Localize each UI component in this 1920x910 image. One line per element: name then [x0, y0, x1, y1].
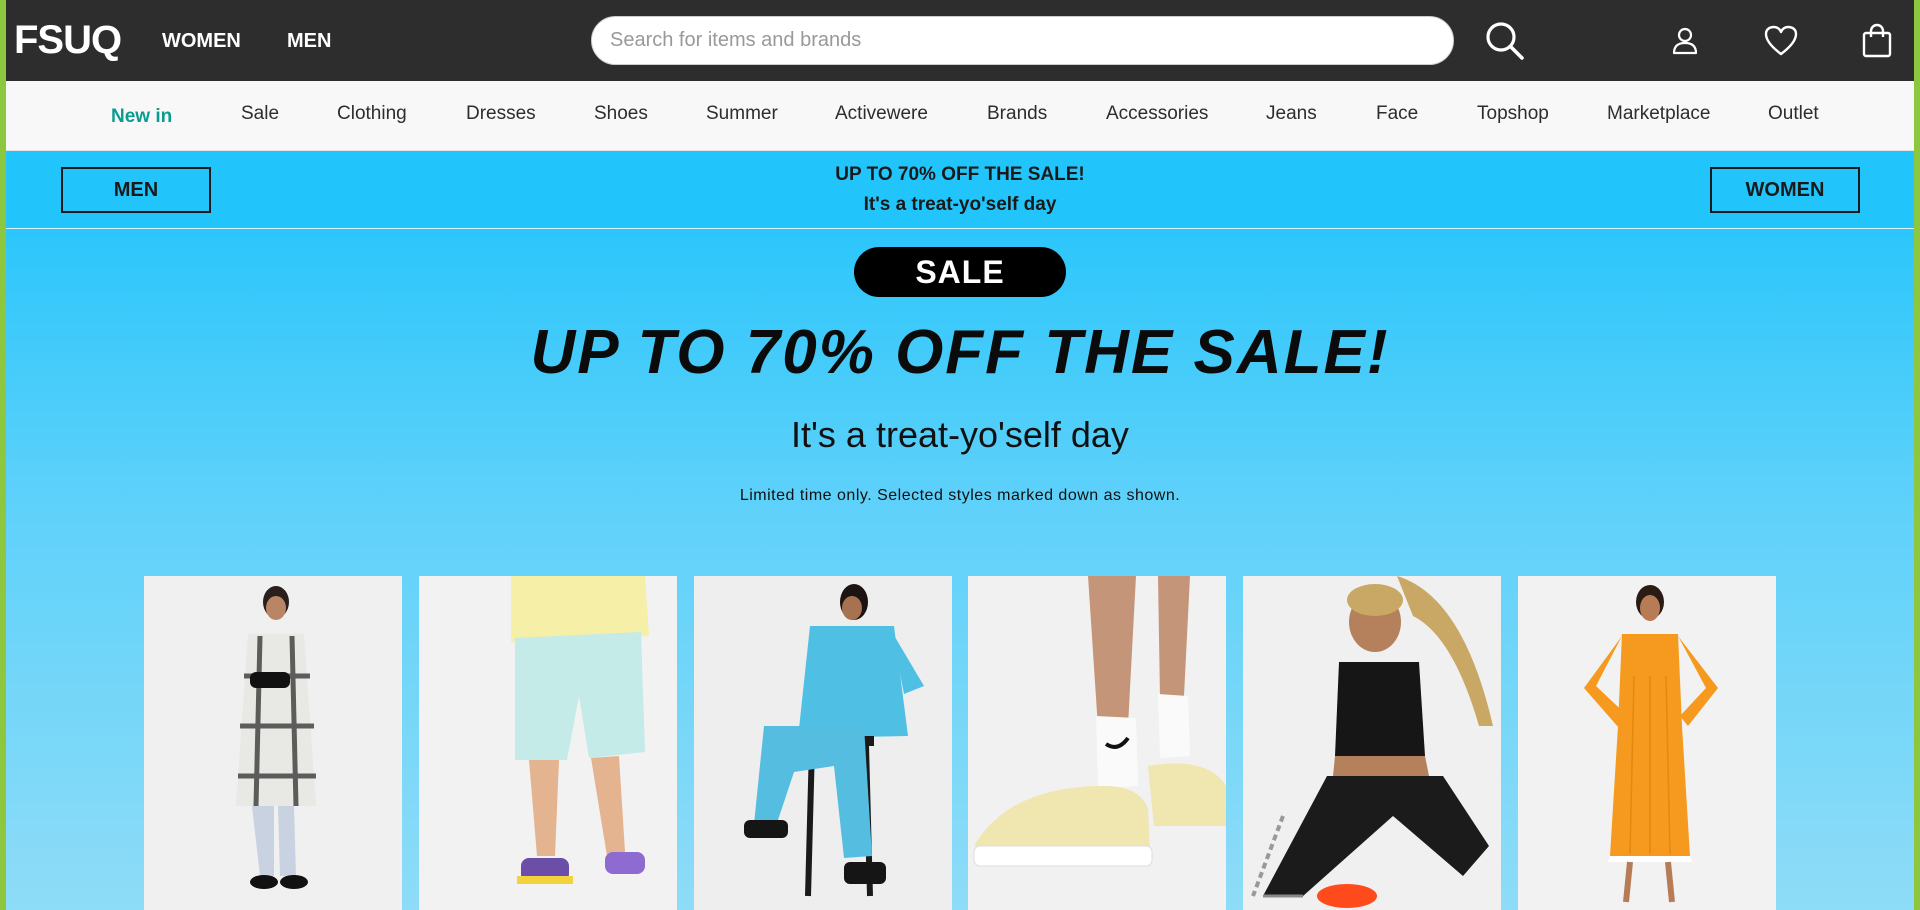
nav-item-clothing[interactable]: Clothing — [337, 103, 407, 125]
top-header: FSUQ WOMEN MEN — [6, 0, 1914, 81]
mint-shorts-product-image[interactable] — [419, 576, 677, 910]
plaid-coat-product-image[interactable] — [144, 576, 402, 910]
nav-item-marketplace[interactable]: Marketplace — [1607, 103, 1711, 125]
search-input[interactable] — [591, 16, 1454, 65]
account-icon[interactable] — [1662, 18, 1708, 64]
page: FSUQ WOMEN MEN Search for items and bran… — [6, 0, 1914, 910]
nav-item-face[interactable]: Face — [1376, 103, 1418, 125]
hero-note: Limited time only. Selected styles marke… — [739, 487, 1181, 504]
promo-women-button[interactable]: WOMEN — [1710, 167, 1860, 213]
sports-bra-leggings-product-image[interactable] — [1243, 576, 1501, 910]
site-logo[interactable]: FSUQ — [14, 18, 122, 63]
nav-item-jeans[interactable]: Jeans — [1266, 103, 1317, 125]
nav-item-activewere[interactable]: Activewere — [835, 103, 928, 125]
bag-icon[interactable] — [1854, 18, 1900, 64]
search-icon[interactable] — [1482, 18, 1528, 64]
promo-strip: MEN UP TO 70% OFF THE SALE! It's a treat… — [6, 151, 1914, 229]
sale-badge: SALE — [854, 247, 1066, 297]
nav-item-outlet[interactable]: Outlet — [1768, 103, 1819, 125]
orange-knit-dress-product-image[interactable] — [1518, 576, 1776, 910]
nav-item-summer[interactable]: Summer — [706, 103, 778, 125]
nav-item-new-in[interactable]: New in — [111, 106, 172, 128]
nav-item-brands[interactable]: Brands — [987, 103, 1047, 125]
men-link[interactable]: MEN — [287, 30, 331, 53]
hero-title: UP TO 70% OFF THE SALE! — [530, 318, 1390, 387]
sale-hero: SALE UP TO 70% OFF THE SALE! It's a trea… — [6, 229, 1914, 910]
sneakers-product-image[interactable] — [968, 576, 1226, 910]
heart-icon[interactable] — [1758, 18, 1804, 64]
women-link[interactable]: WOMEN — [162, 30, 241, 53]
promo-subline: It's a treat-yo'self day — [863, 194, 1057, 215]
denim-set-product-image[interactable] — [694, 576, 952, 910]
hero-subtitle: It's a treat-yo'self day — [791, 414, 1129, 455]
nav-item-shoes[interactable]: Shoes — [594, 103, 648, 125]
nav-item-dresses[interactable]: Dresses — [466, 103, 536, 125]
promo-headline: UP TO 70% OFF THE SALE! — [835, 164, 1085, 185]
nav-item-sale[interactable]: Sale — [241, 103, 279, 125]
nav-item-topshop[interactable]: Topshop — [1477, 103, 1549, 125]
category-nav: New in Sale Clothing Dresses Shoes Summe… — [6, 81, 1914, 151]
nav-item-accessories[interactable]: Accessories — [1106, 103, 1208, 125]
